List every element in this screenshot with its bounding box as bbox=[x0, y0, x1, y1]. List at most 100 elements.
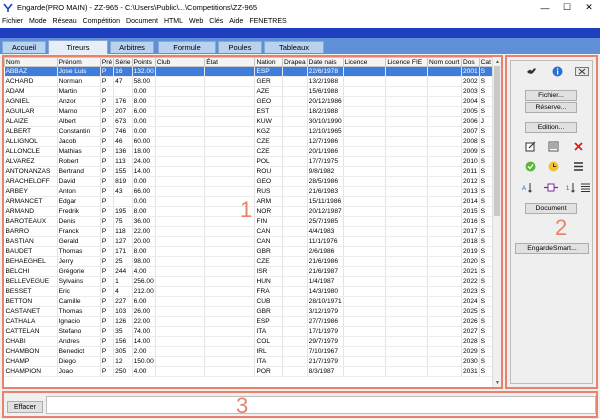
menu-fichier[interactable]: Fichier bbox=[2, 18, 23, 25]
menu-web[interactable]: Web bbox=[189, 18, 203, 25]
table-row[interactable]: AGNIEL Anzor P 176 8.00 GEO 20/12/1986 2004 S bbox=[4, 96, 493, 107]
menu-fenetres[interactable]: FENETRES bbox=[249, 18, 286, 25]
column-header[interactable]: Prénom bbox=[56, 57, 101, 67]
tab-formule[interactable]: Formule bbox=[158, 41, 216, 53]
document-button[interactable]: Document bbox=[525, 203, 577, 214]
column-header[interactable]: Série bbox=[113, 57, 133, 67]
bird-icon[interactable] bbox=[526, 66, 537, 77]
grid-vertical-scrollbar[interactable]: ▲ ▼ bbox=[492, 57, 501, 387]
table-cell: 13/2/1988 bbox=[307, 76, 344, 87]
scroll-down-icon[interactable]: ▼ bbox=[493, 378, 501, 387]
table-cell: CZE bbox=[254, 256, 284, 267]
table-cell: 60.00 bbox=[132, 136, 156, 147]
table-row[interactable]: BELLEVEGUE Sylvains P 1 256.00 HUN 1/4/1987 202… bbox=[4, 276, 493, 287]
close-button[interactable]: ✕ bbox=[578, 0, 600, 15]
column-header[interactable]: Nation bbox=[254, 57, 284, 67]
clear-button[interactable]: Effacer bbox=[7, 401, 43, 413]
table-row[interactable]: ALLIGNOL Jacob P 46 60.00 CZE 12/7/1986 2008 S bbox=[4, 136, 493, 147]
table-row[interactable]: ALLONCLE Mathias P 136 18.00 CZE 20/1/1986 2009… bbox=[4, 146, 493, 157]
table-row[interactable]: ALAIZE Albert P 673 0.00 KUW 30/10/1990 2006 J bbox=[4, 116, 493, 127]
table-row[interactable]: BESSET Eric P 4 212.00 FRA 14/3/1980 2023 S bbox=[4, 286, 493, 297]
column-header[interactable]: Nom court bbox=[427, 57, 462, 67]
table-cell: 21/6/1987 bbox=[307, 266, 344, 277]
scroll-thumb[interactable] bbox=[494, 66, 500, 216]
table-row[interactable]: ADAM Martin P 0.00 AZE 15/6/1988 2003 S bbox=[4, 86, 493, 97]
column-header[interactable]: Cat bbox=[478, 57, 493, 67]
table-cell: ARM bbox=[254, 196, 284, 207]
menu-document[interactable]: Document bbox=[126, 18, 158, 25]
minimize-button[interactable]: — bbox=[534, 0, 556, 15]
column-header[interactable]: Points bbox=[131, 57, 156, 67]
maximize-button[interactable]: ☐ bbox=[556, 0, 578, 15]
table-row[interactable]: ACHARD Norman P 47 58.00 GER 13/2/1988 2002 S bbox=[4, 76, 493, 87]
menu-reseau[interactable]: Réseau bbox=[53, 18, 77, 25]
tab-arbitres[interactable]: Arbitres bbox=[110, 41, 154, 53]
column-header[interactable]: Nom bbox=[4, 57, 58, 67]
column-header[interactable]: Dos bbox=[461, 57, 480, 67]
edit-note-icon[interactable] bbox=[525, 141, 536, 152]
edition-button[interactable]: Edition... bbox=[525, 122, 577, 133]
table-row[interactable]: BETTON Camille P 227 6.00 CUB 28/10/1971 2024 S bbox=[4, 296, 493, 307]
fichier-button[interactable]: Fichier... bbox=[525, 90, 577, 101]
table-row[interactable]: ARBEY Anton P 43 66.00 RUS 21/6/1983 2013 S bbox=[4, 186, 493, 197]
table-cell bbox=[282, 286, 308, 297]
window-close-icon[interactable] bbox=[575, 66, 589, 77]
lines-icon[interactable] bbox=[580, 182, 591, 193]
table-row[interactable]: BASTIAN Gerald P 127 20.00 CAN 11/1/1976 2018 S bbox=[4, 236, 493, 247]
table-row[interactable]: BAUDET Thomas P 171 8.00 GBR 2/6/1986 2019 S bbox=[4, 246, 493, 257]
message-text-area[interactable] bbox=[46, 396, 596, 414]
column-header[interactable]: Licence bbox=[342, 57, 387, 67]
table-row[interactable]: AGUILAR Marno P 207 6.00 EST 18/2/1988 2005 S bbox=[4, 106, 493, 117]
tab-tireurs[interactable]: Tireurs bbox=[48, 40, 108, 54]
menu-aide[interactable]: Aide bbox=[229, 18, 243, 25]
table-row[interactable]: CATTELAN Stefano P 35 74.00 ITA 17/1/1979 2027 S bbox=[4, 326, 493, 337]
column-header[interactable]: Licence FIE bbox=[385, 57, 429, 67]
table-row[interactable]: CHABI Andres P 156 14.00 COL 29/7/1979 2028 S bbox=[4, 336, 493, 347]
tab-poules[interactable]: Poules bbox=[218, 41, 262, 53]
table-cell: 2007 bbox=[461, 126, 480, 137]
table-cell bbox=[385, 156, 429, 167]
menu-list-icon[interactable] bbox=[573, 161, 584, 172]
table-cell bbox=[282, 186, 308, 197]
table-row[interactable]: ABBAZ Jose Luis P 16 132.00 ESP 22/6/1978 2001 S bbox=[4, 66, 493, 77]
delete-icon[interactable] bbox=[573, 141, 584, 152]
reserve-button[interactable]: Réserve... bbox=[525, 102, 577, 113]
column-header[interactable]: État bbox=[204, 57, 256, 67]
column-header[interactable]: Club bbox=[154, 57, 206, 67]
info-icon[interactable] bbox=[552, 66, 563, 77]
table-row[interactable]: CASTANET Thomas P 103 26.00 GBR 3/12/1979 2025 S bbox=[4, 306, 493, 317]
table-row[interactable]: ALVAREZ Robert P 113 24.00 POL 17/7/1975 2010 S bbox=[4, 156, 493, 167]
table-cell: 74.00 bbox=[132, 326, 156, 337]
menu-competition[interactable]: Compétition bbox=[83, 18, 120, 25]
split-icon[interactable] bbox=[544, 182, 558, 193]
scroll-up-icon[interactable]: ▲ bbox=[493, 57, 501, 66]
table-cell: IRL bbox=[254, 346, 284, 357]
list-edit-icon[interactable] bbox=[548, 141, 559, 152]
table-row[interactable]: ALBERT Constantin P 746 0.00 KGZ 12/10/1965 200… bbox=[4, 126, 493, 137]
column-header[interactable]: Drapea bbox=[282, 57, 308, 67]
tab-accueil[interactable]: Accueil bbox=[2, 41, 46, 53]
table-row[interactable]: BEHAEGHEL Jerry P 25 98.00 CZE 21/6/1986 2020 S bbox=[4, 256, 493, 267]
table-row[interactable]: ARACHELOFF David P 819 0.00 GEO 28/5/1986 2012 S bbox=[4, 176, 493, 187]
check-icon[interactable] bbox=[525, 161, 536, 172]
sort-numeric-icon[interactable]: 1 bbox=[566, 182, 577, 193]
table-row[interactable]: BARRO Franck P 118 22.00 CAN 4/4/1983 2017 S bbox=[4, 226, 493, 237]
sort-alpha-icon[interactable]: A bbox=[522, 182, 533, 193]
menu-cles[interactable]: Clés bbox=[209, 18, 223, 25]
menu-mode[interactable]: Mode bbox=[29, 18, 47, 25]
engardesmart-button[interactable]: EngardeSmart... bbox=[515, 243, 589, 254]
table-row[interactable]: CHAMBON Benedict P 305 2.00 IRL 7/10/1967 2029 S bbox=[4, 346, 493, 357]
tab-tableaux[interactable]: Tableaux bbox=[264, 41, 324, 53]
table-cell: 7/10/1967 bbox=[307, 346, 344, 357]
clock-icon[interactable] bbox=[548, 161, 559, 172]
table-cell: S bbox=[479, 356, 493, 367]
table-row[interactable]: ANTONANZAS Bertrand P 155 14.00 ROU 9/8/1982 20… bbox=[4, 166, 493, 177]
column-header[interactable]: Pré bbox=[99, 57, 115, 67]
table-row[interactable]: CATHALA Ignacio P 126 22.00 ESP 27/7/1986 2026 S bbox=[4, 316, 493, 327]
column-header[interactable]: Date nais bbox=[306, 57, 344, 67]
table-cell: 0.00 bbox=[132, 196, 156, 207]
menu-html[interactable]: HTML bbox=[164, 18, 183, 25]
table-row[interactable]: CHAMP Diego P 12 150.00 ITA 21/7/1979 2030 S bbox=[4, 356, 493, 367]
table-row[interactable]: CHAMPION Joao P 250 4.00 POR 8/3/1987 2031 S bbox=[4, 366, 493, 377]
table-row[interactable]: BELCHI Grégorie P 244 4.00 ISR 21/6/1987 2021 S bbox=[4, 266, 493, 277]
